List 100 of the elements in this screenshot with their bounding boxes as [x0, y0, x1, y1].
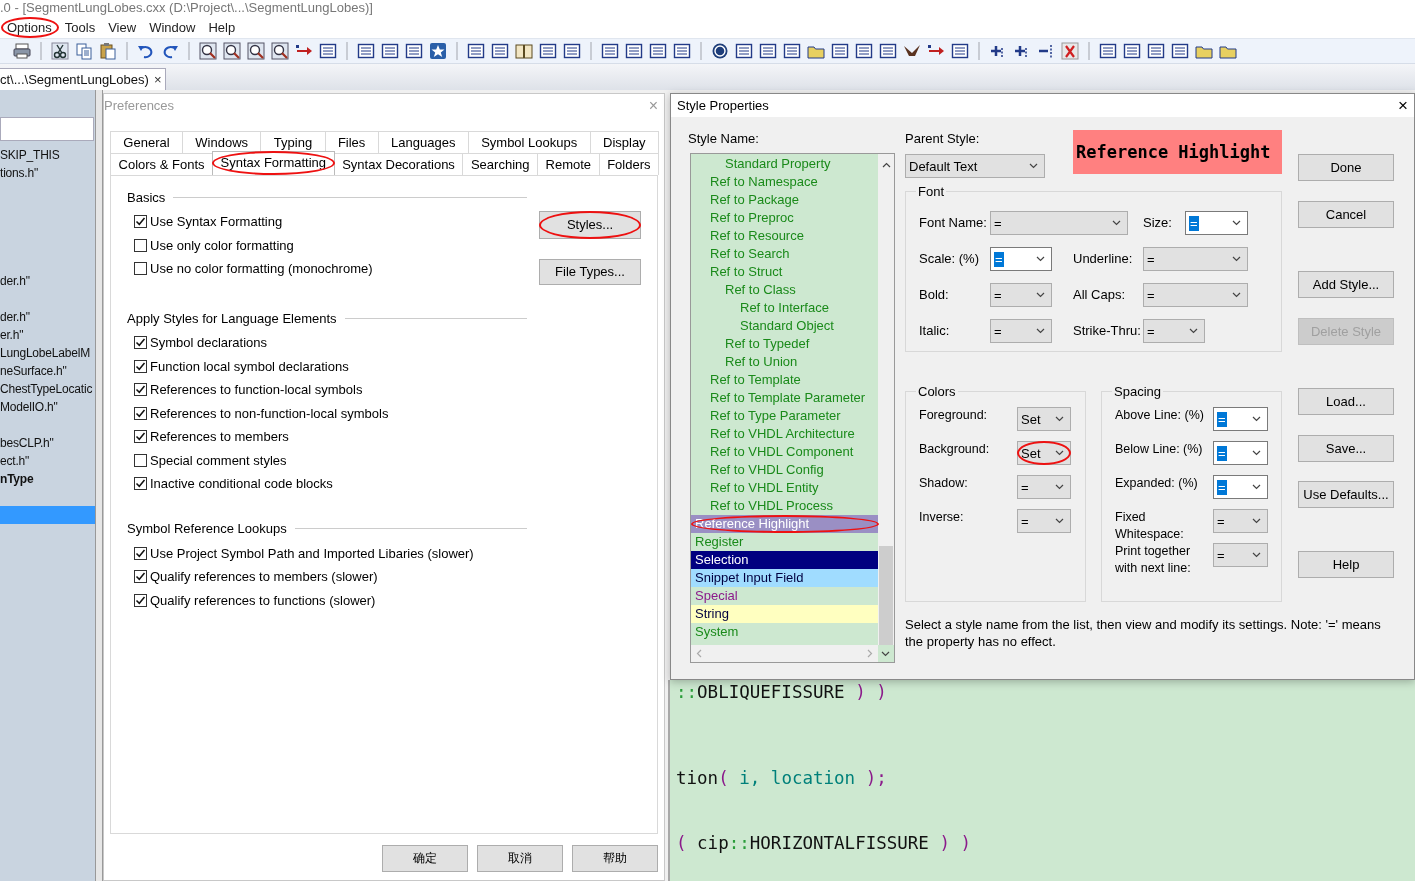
- tab[interactable]: General: [110, 131, 183, 153]
- checkbox[interactable]: [134, 453, 147, 467]
- dropdown[interactable]: =: [1017, 509, 1071, 533]
- checkbox[interactable]: [134, 546, 147, 560]
- magnifier-icon[interactable]: [199, 42, 217, 60]
- menu-item[interactable]: Options: [1, 17, 59, 38]
- style-list-item[interactable]: Ref to Typedef: [691, 335, 879, 353]
- dropdown[interactable]: =: [1017, 475, 1071, 499]
- scrollbar[interactable]: [878, 154, 894, 645]
- checkbox-label[interactable]: References to non-function-local symbols: [150, 405, 389, 421]
- checkbox-label[interactable]: Use Project Symbol Path and Imported Libaries (slower): [150, 545, 474, 561]
- window-icon[interactable]: [649, 42, 667, 60]
- style-list-item[interactable]: System: [691, 623, 879, 641]
- checkbox-label[interactable]: References to function-local symbols: [150, 382, 363, 398]
- checkbox[interactable]: [134, 593, 147, 607]
- style-list-item[interactable]: Ref to VHDL Config: [691, 461, 879, 479]
- file-list-item[interactable]: tions.h": [0, 164, 95, 182]
- style-list-item[interactable]: Ref to Search: [691, 245, 879, 263]
- checkbox-label[interactable]: Use no color formatting (monochrome): [150, 261, 373, 277]
- style-list-item[interactable]: Ref to Namespace: [691, 173, 879, 191]
- tab[interactable]: Languages: [377, 131, 469, 153]
- checkbox-label[interactable]: Qualify references to members (slower): [150, 569, 378, 585]
- tab[interactable]: Searching: [462, 153, 538, 175]
- tab[interactable]: Syntax Formatting: [212, 151, 335, 175]
- tab[interactable]: Colors & Fonts: [110, 153, 214, 175]
- style-list-item[interactable]: Selection: [691, 551, 879, 569]
- window-icon[interactable]: [735, 42, 753, 60]
- window-icon[interactable]: [491, 42, 509, 60]
- checkbox[interactable]: [134, 570, 147, 584]
- file-list-item[interactable]: neSurface.h": [0, 362, 95, 380]
- scissors-icon[interactable]: [51, 42, 69, 60]
- dropdown[interactable]: Set: [1017, 407, 1071, 431]
- window-icon[interactable]: [951, 42, 969, 60]
- style-list-item[interactable]: Register: [691, 533, 879, 551]
- style-list-item[interactable]: Ref to Preproc: [691, 209, 879, 227]
- style-list-item[interactable]: Standard Property: [691, 155, 879, 173]
- button[interactable]: Add Style...: [1298, 271, 1394, 298]
- window-icon[interactable]: [357, 42, 375, 60]
- menu-item[interactable]: Help: [202, 17, 243, 38]
- window-icon[interactable]: [855, 42, 873, 60]
- star-icon[interactable]: [429, 42, 447, 60]
- close-button[interactable]: ×: [1398, 95, 1408, 116]
- window-icon[interactable]: [831, 42, 849, 60]
- minus-icon[interactable]: [1037, 42, 1055, 60]
- checkbox[interactable]: [134, 215, 147, 229]
- style-list-item[interactable]: Ref to VHDL Component: [691, 443, 879, 461]
- window-icon[interactable]: [1123, 42, 1141, 60]
- window-icon[interactable]: [625, 42, 643, 60]
- close-button[interactable]: ×: [153, 69, 162, 91]
- window-icon[interactable]: [405, 42, 423, 60]
- magnifier-icon[interactable]: [247, 42, 265, 60]
- dropdown[interactable]: Default Text: [905, 154, 1045, 178]
- window-icon[interactable]: [759, 42, 777, 60]
- button[interactable]: Load...: [1298, 388, 1394, 415]
- style-list-item[interactable]: Ref to VHDL Entity: [691, 479, 879, 497]
- window-icon[interactable]: [381, 42, 399, 60]
- tab[interactable]: Syntax Decorations: [333, 153, 464, 175]
- dropdown[interactable]: Set: [1017, 441, 1071, 465]
- search-field[interactable]: [0, 117, 94, 141]
- style-list-item[interactable]: Ref to Interface: [691, 299, 879, 317]
- file-list-item[interactable]: der.h": [0, 308, 95, 326]
- window-icon[interactable]: [783, 42, 801, 60]
- style-list-item[interactable]: Ref to Type Parameter: [691, 407, 879, 425]
- style-list-item[interactable]: Ref to Package: [691, 191, 879, 209]
- scroll-thumb[interactable]: [879, 546, 893, 645]
- file-list-item[interactable]: SKIP_THIS: [0, 146, 95, 164]
- magnifier-icon[interactable]: [271, 42, 289, 60]
- checkbox-label[interactable]: Qualify references to functions (slower): [150, 592, 376, 608]
- file-list-item[interactable]: ModelIO.h": [0, 398, 95, 416]
- window-icon[interactable]: [879, 42, 897, 60]
- dropdown[interactable]: =: [1213, 407, 1268, 431]
- style-list-item[interactable]: Ref to Struct: [691, 263, 879, 281]
- dropdown[interactable]: =: [1213, 475, 1268, 499]
- tab[interactable]: Symbol Lookups: [467, 131, 591, 153]
- dropdown[interactable]: =: [1143, 283, 1248, 307]
- document-tab[interactable]: ct\...\SegmentLungLobes) ×: [0, 68, 167, 91]
- scrollbar[interactable]: [691, 645, 878, 662]
- checkbox[interactable]: [134, 406, 147, 420]
- file-list-item[interactable]: er.h": [0, 326, 95, 344]
- printer-icon[interactable]: [13, 42, 31, 60]
- button[interactable]: Done: [1298, 154, 1394, 181]
- checkbox-label[interactable]: Use only color formatting: [150, 237, 294, 253]
- dropdown[interactable]: =: [1143, 319, 1205, 343]
- checkbox-label[interactable]: Symbol declarations: [150, 335, 268, 351]
- window-icon[interactable]: [1099, 42, 1117, 60]
- clipboard-icon[interactable]: [99, 42, 117, 60]
- window-icon[interactable]: [673, 42, 691, 60]
- dropdown[interactable]: =: [1213, 543, 1268, 567]
- checkbox[interactable]: [134, 238, 147, 252]
- style-list-item[interactable]: Snippet Input Field: [691, 569, 879, 587]
- file-list-item[interactable]: besCLP.h": [0, 434, 95, 452]
- checkbox[interactable]: [134, 359, 147, 373]
- checkbox-label[interactable]: References to members: [150, 429, 289, 445]
- dropdown[interactable]: =: [990, 247, 1052, 271]
- menu-item[interactable]: View: [102, 17, 144, 38]
- style-list-item[interactable]: Special: [691, 587, 879, 605]
- style-list-item[interactable]: Ref to VHDL Architecture: [691, 425, 879, 443]
- button[interactable]: Help: [1298, 551, 1394, 578]
- book-icon[interactable]: [515, 42, 533, 60]
- checkbox[interactable]: [134, 477, 147, 491]
